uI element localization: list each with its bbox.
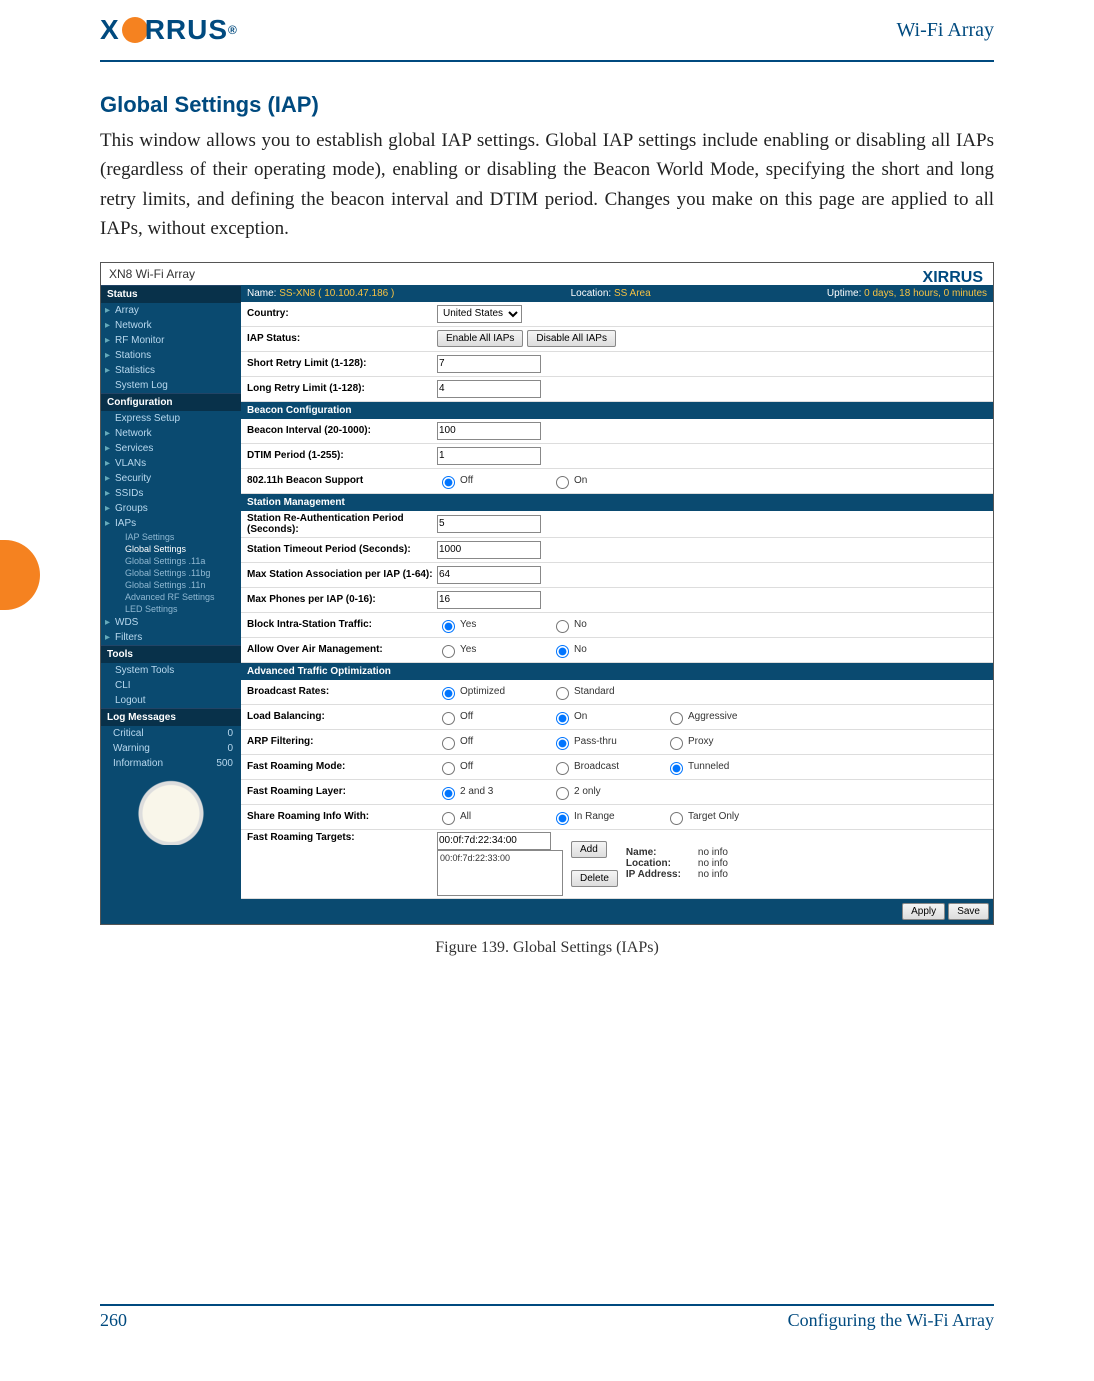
top-bar: Name: SS-XN8 ( 10.100.47.186 ) Location:…: [241, 285, 993, 302]
sidebar: Status Array Network RF Monitor Stations…: [101, 285, 241, 924]
dtim-input[interactable]: [437, 447, 541, 465]
broadcast-optimized[interactable]: [442, 687, 455, 700]
main-panel: Name: SS-XN8 ( 10.100.47.186 ) Location:…: [241, 285, 993, 924]
target-info: Name:no info Location:no info IP Address…: [626, 847, 728, 880]
sidebar-sub[interactable]: IAP Settings: [101, 531, 241, 543]
sidebar-item[interactable]: Express Setup: [101, 411, 241, 426]
add-button[interactable]: Add: [571, 841, 607, 858]
beacon-support-on[interactable]: [556, 476, 569, 489]
iap-status-label: IAP Status:: [247, 333, 437, 344]
reauth-input[interactable]: [437, 515, 541, 533]
sidebar-item[interactable]: WDS: [101, 615, 241, 630]
apply-button[interactable]: Apply: [902, 903, 945, 920]
fr-layer-2[interactable]: [556, 787, 569, 800]
arp-passthru[interactable]: [556, 737, 569, 750]
sidebar-item-iaps[interactable]: IAPs: [101, 516, 241, 531]
sidebar-item[interactable]: Array: [101, 303, 241, 318]
max-phones-input[interactable]: [437, 591, 541, 609]
sidebar-log-header: Log Messages: [101, 708, 241, 726]
sidebar-item[interactable]: Statistics: [101, 363, 241, 378]
target-mac-list[interactable]: 00:0f:7d:22:33:00: [437, 850, 563, 896]
sidebar-sub[interactable]: Global Settings .11n: [101, 579, 241, 591]
over-air-no[interactable]: [556, 645, 569, 658]
sidebar-item[interactable]: Groups: [101, 501, 241, 516]
section-title: Configuring the Wi-Fi Array: [788, 1310, 994, 1331]
sidebar-sub-active[interactable]: Global Settings: [101, 543, 241, 555]
figure-caption: Figure 139. Global Settings (IAPs): [100, 939, 994, 957]
page-header: XRRUS® Wi-Fi Array: [100, 0, 994, 62]
sidebar-item[interactable]: RF Monitor: [101, 333, 241, 348]
screenshot-logo: XIRRUS: [923, 269, 983, 287]
section-traffic: Advanced Traffic Optimization: [241, 663, 993, 680]
long-retry-input[interactable]: [437, 380, 541, 398]
broadcast-standard[interactable]: [556, 687, 569, 700]
product-name: Wi-Fi Array: [896, 19, 994, 42]
arp-proxy[interactable]: [670, 737, 683, 750]
page-footer: 260 Configuring the Wi-Fi Array: [100, 1304, 994, 1331]
save-button[interactable]: Save: [948, 903, 989, 920]
brand-logo: XRRUS®: [100, 14, 238, 46]
fr-mode-broadcast[interactable]: [556, 762, 569, 775]
share-target[interactable]: [670, 812, 683, 825]
share-all[interactable]: [442, 812, 455, 825]
max-assoc-input[interactable]: [437, 566, 541, 584]
page-title: Global Settings (IAP): [100, 92, 994, 118]
country-select[interactable]: United States: [437, 305, 522, 323]
block-traffic-no[interactable]: [556, 620, 569, 633]
lb-off[interactable]: [442, 712, 455, 725]
sidebar-sub[interactable]: Advanced RF Settings: [101, 591, 241, 603]
array-graphic: [105, 775, 237, 845]
sidebar-status-header: Status: [101, 285, 241, 303]
sidebar-sub[interactable]: LED Settings: [101, 603, 241, 615]
sidebar-sub[interactable]: Global Settings .11bg: [101, 567, 241, 579]
over-air-yes[interactable]: [442, 645, 455, 658]
target-mac-input[interactable]: [437, 832, 551, 850]
fr-mode-tunneled[interactable]: [670, 762, 683, 775]
fr-layer-23[interactable]: [442, 787, 455, 800]
sidebar-item[interactable]: Stations: [101, 348, 241, 363]
sidebar-item[interactable]: SSIDs: [101, 486, 241, 501]
fr-mode-off[interactable]: [442, 762, 455, 775]
beacon-interval-input[interactable]: [437, 422, 541, 440]
sidebar-item[interactable]: System Log: [101, 378, 241, 393]
share-inrange[interactable]: [556, 812, 569, 825]
sidebar-item[interactable]: System Tools: [101, 663, 241, 678]
short-retry-input[interactable]: [437, 355, 541, 373]
arp-off[interactable]: [442, 737, 455, 750]
enable-all-button[interactable]: Enable All IAPs: [437, 330, 523, 347]
log-row: Critical0: [101, 726, 241, 741]
disable-all-button[interactable]: Disable All IAPs: [527, 330, 616, 347]
sidebar-item[interactable]: VLANs: [101, 456, 241, 471]
delete-button[interactable]: Delete: [571, 870, 618, 887]
page-accent-tab: [0, 540, 40, 610]
country-label: Country:: [247, 308, 437, 319]
sidebar-item[interactable]: Security: [101, 471, 241, 486]
log-row: Warning0: [101, 741, 241, 756]
sidebar-item[interactable]: CLI: [101, 678, 241, 693]
sidebar-item[interactable]: Network: [101, 318, 241, 333]
window-title: XN8 Wi-Fi Array: [101, 263, 993, 285]
beacon-support-off[interactable]: [442, 476, 455, 489]
timeout-input[interactable]: [437, 541, 541, 559]
block-traffic-yes[interactable]: [442, 620, 455, 633]
sidebar-item[interactable]: Filters: [101, 630, 241, 645]
section-beacon: Beacon Configuration: [241, 402, 993, 419]
page-number: 260: [100, 1310, 127, 1331]
sidebar-tools-header: Tools: [101, 645, 241, 663]
sidebar-sub[interactable]: Global Settings .11a: [101, 555, 241, 567]
screenshot-frame: XN8 Wi-Fi Array XIRRUS Status Array Netw…: [100, 262, 994, 925]
body-paragraph: This window allows you to establish glob…: [100, 126, 994, 244]
sidebar-item[interactable]: Logout: [101, 693, 241, 708]
sidebar-item[interactable]: Services: [101, 441, 241, 456]
sidebar-item[interactable]: Network: [101, 426, 241, 441]
lb-aggressive[interactable]: [670, 712, 683, 725]
log-row: Information500: [101, 756, 241, 771]
sidebar-config-header: Configuration: [101, 393, 241, 411]
section-station: Station Management: [241, 494, 993, 511]
lb-on[interactable]: [556, 712, 569, 725]
